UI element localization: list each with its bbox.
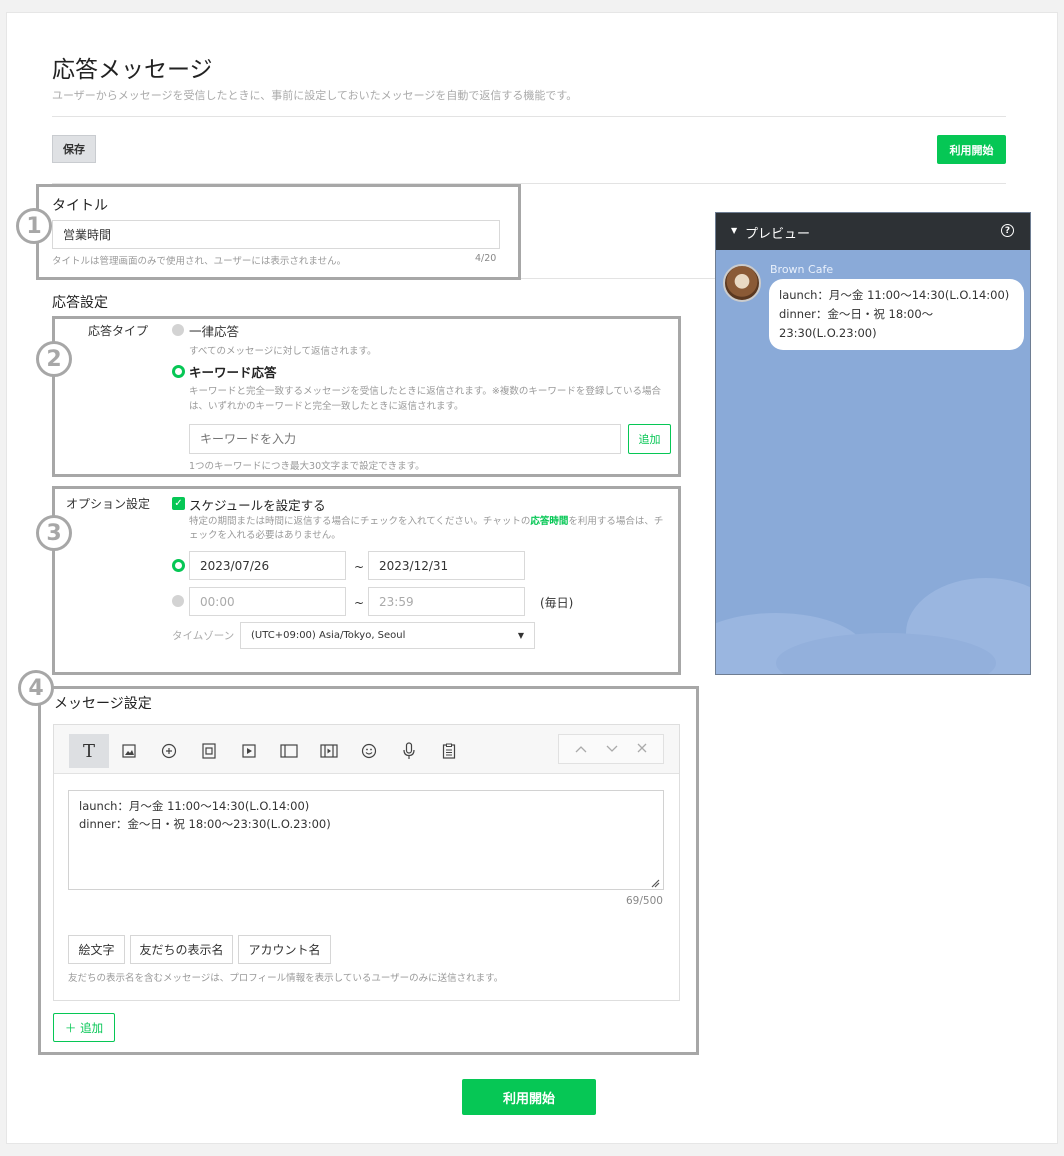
preview-sender-name: Brown Cafe [770,263,834,276]
emoji-button[interactable]: 絵文字 [68,935,125,964]
preview-line-1: launch：月～金 11:00～14:30(L.O.14:00) [779,288,1010,302]
message-counter: 69/500 [626,895,663,907]
response-type-label: 応答タイプ [88,324,149,338]
page-subtitle: ユーザーからメッセージを受信したときに、事前に設定しておいたメッセージを自動で返… [52,89,578,102]
radio-keyword-response[interactable] [172,365,185,378]
date-to-input[interactable]: 2023/12/31 [368,551,525,580]
survey-clipboard-icon[interactable] [440,742,458,760]
friend-name-hint: 友だちの表示名を含むメッセージは、プロフィール情報を表示しているユーザーのみに送… [68,973,504,984]
page-title: 応答メッセージ [52,57,213,83]
sticker-icon[interactable] [160,742,178,760]
video-icon[interactable] [240,742,258,760]
title-hint: タイトルは管理画面のみで使用され、ユーザーには表示されません。 [52,256,347,267]
rich-video-icon[interactable] [320,742,338,760]
preview-title: プレビュー [745,227,811,242]
text-type-button[interactable]: T [69,734,109,768]
card-icon[interactable] [280,742,298,760]
chevron-down-icon[interactable] [606,742,618,756]
resize-handle-icon[interactable] [650,877,660,891]
date-from-input[interactable]: 2023/07/26 [189,551,346,580]
preview-message-bubble: launch：月～金 11:00～14:30(L.O.14:00) dinner… [769,279,1024,350]
add-message-button[interactable]: ＋ 追加 [53,1013,115,1042]
message-order-controls [558,734,664,764]
radio-all-response-hint: すべてのメッセージに対して返信されます。 [189,346,377,357]
close-icon[interactable] [637,742,647,756]
daily-label: (毎日) [540,596,574,610]
time-to-input[interactable]: 23:59 [368,587,525,616]
step-badge-2: 2 [36,341,72,377]
divider [52,116,1006,117]
save-button[interactable]: 保存 [52,135,96,163]
timezone-select[interactable]: (UTC+09:00) Asia/Tokyo, Seoul ▼ [240,622,535,649]
timezone-select-value: (UTC+09:00) Asia/Tokyo, Seoul [251,630,406,641]
microphone-icon[interactable] [400,742,418,760]
emoji-face-icon[interactable] [360,742,378,760]
schedule-checkbox[interactable]: ✓ [172,497,185,510]
chevron-up-icon[interactable] [575,742,587,756]
option-settings-label: オプション設定 [66,497,151,511]
radio-date-range[interactable] [172,559,185,572]
friend-name-button[interactable]: 友だちの表示名 [130,935,233,964]
radio-all-response[interactable] [172,324,184,336]
keyword-hint-line1: キーワードと完全一致するメッセージを受信したときに返信されます。※複数のキーワー… [189,386,662,397]
caret-down-icon[interactable]: ▼ [731,226,737,235]
date-range-separator: ~ [354,560,365,574]
schedule-hint-line2: ェックを入れる必要はありません。 [189,530,341,541]
preview-header: ▼ プレビュー ? [716,213,1030,250]
message-settings-label: メッセージ設定 [54,696,152,712]
keyword-hint-line2: は、いずれかのキーワードと完全一致したときに返信されます。 [189,401,464,412]
keyword-limit-hint: 1つのキーワードにつき最大30文字まで設定できます。 [189,461,425,472]
cloud-decoration [716,513,1030,674]
start-button-top[interactable]: 利用開始 [937,135,1006,164]
radio-all-response-label: 一律応答 [189,324,240,339]
preview-line-3: 23:30(L.O.23:00) [779,326,877,340]
title-section-label: タイトル [52,198,108,214]
start-button-bottom[interactable]: 利用開始 [462,1079,596,1115]
step-badge-3: 3 [36,515,72,551]
message-textarea[interactable]: launch：月～金 11:00～14:30(L.O.14:00) dinner… [68,790,664,890]
step-badge-1: 1 [16,208,52,244]
step-badge-4: 4 [18,670,54,706]
time-range-separator: ~ [354,596,365,610]
radio-keyword-response-label: キーワード応答 [189,365,277,380]
timezone-label: タイムゾーン [172,630,235,642]
preview-line-2: dinner：金～日・祝 18:00～ [779,307,934,321]
image-icon[interactable] [120,742,138,760]
preview-panel: ▼ プレビュー ? Brown Cafe launch：月～金 11:00～14… [715,212,1031,675]
imagemap-icon[interactable] [200,742,218,760]
radio-time-range[interactable] [172,595,184,607]
title-counter: 4/20 [475,253,497,264]
time-from-input[interactable]: 00:00 [189,587,346,616]
response-settings-label: 応答設定 [52,295,108,311]
schedule-hint-line1: 特定の期間または時間に返信する場合にチェックを入れてください。チャットの応答時間… [189,516,664,527]
schedule-checkbox-label: スケジュールを設定する [189,498,326,513]
response-time-link[interactable]: 応答時間 [530,516,568,527]
chevron-down-icon: ▼ [517,631,524,640]
avatar [723,264,761,302]
account-name-button[interactable]: アカウント名 [238,935,331,964]
title-input[interactable]: 営業時間 [52,220,500,249]
keyword-input[interactable] [189,424,621,454]
help-icon[interactable]: ? [1001,224,1014,237]
keyword-add-button[interactable]: 追加 [628,424,671,454]
